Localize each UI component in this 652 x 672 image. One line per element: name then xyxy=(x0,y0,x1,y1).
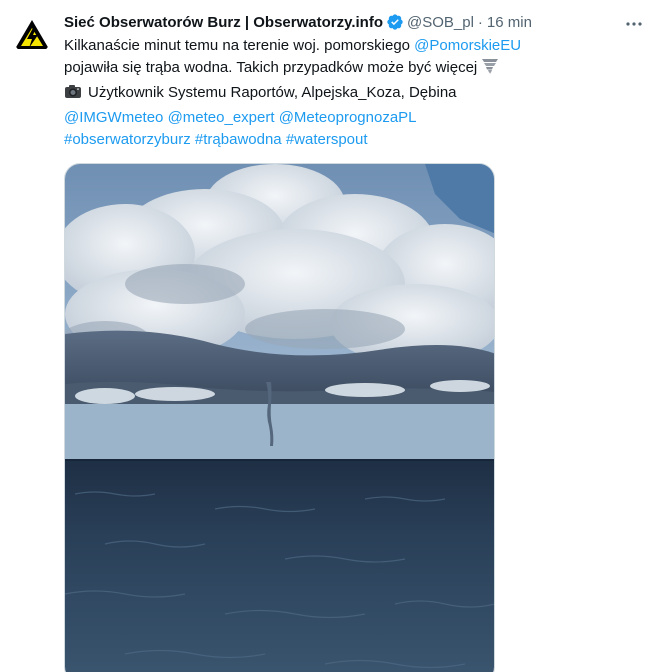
tweet-text-part: Użytkownik Systemu Raportów, Alpejska_Ko… xyxy=(88,84,457,101)
mention-link-meteo-expert[interactable]: @meteo_expert xyxy=(168,109,275,126)
tweet-content: Sieć Obserwatorów Burz | Obserwatorzy.in… xyxy=(64,11,638,151)
mention-link-imgwmeteo[interactable]: @IMGWmeteo xyxy=(64,109,163,126)
tweet[interactable]: Sieć Obserwatorów Burz | Obserwatorzy.in… xyxy=(0,0,652,672)
tweet-line-4: @IMGWmeteo @meteo_expert @MeteoprognozaP… xyxy=(64,107,638,129)
waterspout-photo xyxy=(65,164,494,672)
tweet-line-5: #obserwatorzyburz #trąbawodna #waterspou… xyxy=(64,129,638,151)
tweet-line-2: pojawiła się trąba wodna. Takich przypad… xyxy=(64,57,638,82)
user-handle[interactable]: @SOB_pl xyxy=(407,14,474,31)
hashtag-trabawodna[interactable]: #trąbawodna xyxy=(195,131,282,148)
lightning-triangle-logo-icon xyxy=(12,15,52,55)
separator-dot: · xyxy=(477,13,483,31)
tweet-text: Kilkanaście minut temu na terenie woj. p… xyxy=(64,35,638,151)
verified-badge-icon[interactable] xyxy=(386,13,404,31)
tweet-line-1: Kilkanaście minut temu na terenie woj. p… xyxy=(64,35,638,57)
hashtag-obserwatorzyburz[interactable]: #obserwatorzyburz xyxy=(64,131,191,148)
tornado-emoji-icon xyxy=(481,57,499,82)
camera-emoji-icon xyxy=(64,83,82,107)
timestamp[interactable]: 16 min xyxy=(487,14,532,31)
tweet-header: Sieć Obserwatorów Burz | Obserwatorzy.in… xyxy=(64,11,638,33)
tweet-text-part: pojawiła się trąba wodna. Takich przypad… xyxy=(64,59,478,76)
tweet-photo[interactable] xyxy=(64,163,495,672)
more-dots-icon[interactable] xyxy=(622,12,646,36)
mention-link[interactable]: @PomorskieEU xyxy=(414,37,521,54)
display-name[interactable]: Sieć Obserwatorów Burz | Obserwatorzy.in… xyxy=(64,14,383,31)
tweet-line-3: Użytkownik Systemu Raportów, Alpejska_Ko… xyxy=(64,82,638,107)
mention-link-meteoprognozapl[interactable]: @MeteoprognozaPL xyxy=(279,109,417,126)
hashtag-waterspout[interactable]: #waterspout xyxy=(286,131,368,148)
avatar[interactable] xyxy=(12,15,52,55)
tweet-text-part: Kilkanaście minut temu na terenie woj. p… xyxy=(64,37,415,54)
